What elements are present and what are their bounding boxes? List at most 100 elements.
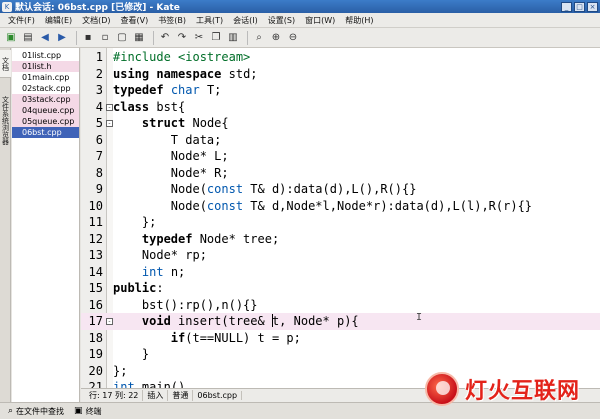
file-list-item[interactable]: 01list.h (12, 61, 79, 72)
code-text: Node* rp; (113, 248, 207, 262)
code-line[interactable]: 12 typedef Node* tree; (81, 231, 600, 248)
mouse-ibeam-cursor-icon: I (416, 312, 423, 323)
code-line[interactable]: 11 }; (81, 214, 600, 231)
code-line[interactable]: 3 typedef char T; (81, 82, 600, 99)
file-list-item[interactable]: 01list.cpp (12, 50, 79, 61)
minimize-icon[interactable]: _ (561, 1, 572, 12)
zoom-in-icon[interactable]: ⊕ (269, 31, 283, 45)
code-line[interactable]: 15 public: (81, 280, 600, 297)
code-text: } (113, 347, 150, 361)
line-number: 13 (88, 248, 103, 262)
menu-window[interactable]: 窗口(W) (300, 15, 340, 26)
document-list: 01list.cpp 01list.h 01main.cpp 02stack.cpp 0… (12, 48, 80, 402)
code-line[interactable]: 7 Node* L; (81, 148, 600, 165)
code-text: int main() (113, 380, 186, 388)
open-folder-icon[interactable]: ▤ (21, 31, 35, 45)
undo-icon[interactable]: ↶ (158, 31, 172, 45)
redo-icon[interactable]: ↷ (175, 31, 189, 45)
tab-documents[interactable]: 文档 (0, 50, 11, 78)
close-icon[interactable]: × (587, 1, 598, 12)
line-number: 11 (88, 215, 103, 229)
kate-app-icon: K (2, 1, 12, 12)
code-line[interactable]: 18 if(t==NULL) t = p; (81, 330, 600, 347)
file-list-item[interactable]: 04queue.cpp (12, 105, 79, 116)
line-number: 21 (88, 380, 103, 388)
code-text: void insert(tree& t, Node* p){ (141, 314, 359, 328)
fold-toggle-icon[interactable]: - (106, 120, 113, 127)
code-line[interactable]: 9 Node(const T& d):data(d),L(),R(){} (81, 181, 600, 198)
forward-arrow-icon[interactable]: ▶ (55, 31, 69, 45)
line-number: 15 (88, 281, 103, 295)
paste-icon[interactable]: ▥ (226, 31, 240, 45)
find-icon[interactable]: ⌕ (252, 31, 266, 45)
selection-mode[interactable]: 普通 (168, 390, 194, 401)
tab-find-in-files[interactable]: ⌕ 在文件中查找 (3, 406, 69, 417)
file-list-item[interactable]: 02stack.cpp (12, 83, 79, 94)
code-text: int n; (141, 264, 186, 279)
code-line[interactable]: 1 #include <iostream> (81, 49, 600, 66)
code-text: #include <iostream> (113, 50, 251, 64)
line-number: 19 (88, 347, 103, 361)
menu-help[interactable]: 帮助(H) (340, 15, 378, 26)
new-document-icon[interactable]: ▣ (4, 31, 18, 45)
menu-tools[interactable]: 工具(T) (191, 15, 228, 26)
menu-edit[interactable]: 编辑(E) (40, 15, 77, 26)
edit-mode[interactable]: 插入 (143, 390, 169, 401)
find-in-files-icon: ⌕ (8, 406, 14, 416)
site-watermark: 灯火互联网 (425, 370, 600, 408)
main-toolbar: ▣ ▤ ◀ ▶ ▪ ▫ ▢ ▦ ↶ ↷ ✂ ❐ ▥ ⌕ ⊕ ⊖ (0, 28, 600, 48)
text-caret (272, 314, 273, 327)
tab-terminal[interactable]: ▣ 终端 (69, 406, 107, 417)
code-text: if(t==NULL) t = p; (170, 330, 301, 345)
code-line[interactable]: 19 } (81, 346, 600, 363)
cut-icon[interactable]: ✂ (192, 31, 206, 45)
code-text: }; (113, 363, 128, 378)
fold-toggle-icon[interactable]: - (106, 103, 113, 111)
toolbar-separator (153, 30, 154, 45)
code-line[interactable]: 2 using namespace std; (81, 66, 600, 83)
toolbar-separator (247, 30, 248, 45)
tab-filesystem-browser[interactable]: 文件系统浏览器 (0, 80, 11, 160)
code-line[interactable]: 17- void insert(tree& t, Node* p){ (81, 313, 600, 330)
code-text: bst():rp(),n(){} (113, 297, 258, 312)
line-number: 18 (88, 330, 103, 345)
close-document-icon[interactable]: ▢ (115, 31, 129, 45)
code-editor[interactable]: 1 #include <iostream> 2 using namespace std… (81, 48, 600, 388)
code-text: T data; (113, 132, 222, 147)
file-list-item[interactable]: 06bst.cpp (12, 127, 79, 138)
code-line[interactable]: 13 Node* rp; (81, 247, 600, 264)
line-number: 16 (88, 297, 103, 312)
code-line[interactable]: 4- class bst{ (81, 99, 600, 116)
menu-view[interactable]: 查看(V) (116, 15, 154, 26)
menu-file[interactable]: 文件(F) (3, 15, 40, 26)
code-line[interactable]: 10 Node(const T& d,Node*l,Node*r):data(d… (81, 198, 600, 215)
line-number: 14 (88, 264, 103, 279)
code-line[interactable]: 8 Node* R; (81, 165, 600, 182)
back-arrow-icon[interactable]: ◀ (38, 31, 52, 45)
code-line[interactable]: 16 bst():rp(),n(){} (81, 297, 600, 314)
zoom-out-icon[interactable]: ⊖ (286, 31, 300, 45)
menu-bookmarks[interactable]: 书签(B) (153, 15, 191, 26)
menu-document[interactable]: 文档(D) (77, 15, 115, 26)
file-list-item[interactable]: 01main.cpp (12, 72, 79, 83)
file-list-item[interactable]: 05queue.cpp (12, 116, 79, 127)
line-number: 2 (95, 66, 103, 81)
copy-icon[interactable]: ❐ (209, 31, 223, 45)
menu-sessions[interactable]: 会话(I) (228, 15, 263, 26)
maximize-icon[interactable]: □ (574, 1, 585, 12)
fold-toggle-icon[interactable]: - (106, 318, 113, 325)
code-line[interactable]: 5- struct Node{ (81, 115, 600, 132)
watermark-text: 灯火互联网 (465, 379, 581, 404)
menu-settings[interactable]: 设置(S) (263, 15, 300, 26)
find-in-files-label: 在文件中查找 (16, 406, 65, 416)
code-text: public: (113, 281, 164, 295)
save-as-icon[interactable]: ▫ (98, 31, 112, 45)
save-icon[interactable]: ▪ (81, 31, 95, 45)
file-list-item[interactable]: 03stack.cpp (12, 94, 79, 105)
window-controls: _ □ × (561, 1, 600, 12)
code-line[interactable]: 6 T data; (81, 132, 600, 149)
code-text: struct Node{ (141, 116, 229, 130)
print-icon[interactable]: ▦ (132, 31, 146, 45)
code-line[interactable]: 14 int n; (81, 264, 600, 281)
code-text: Node(const T& d):data(d),L(),R(){} (113, 182, 417, 196)
